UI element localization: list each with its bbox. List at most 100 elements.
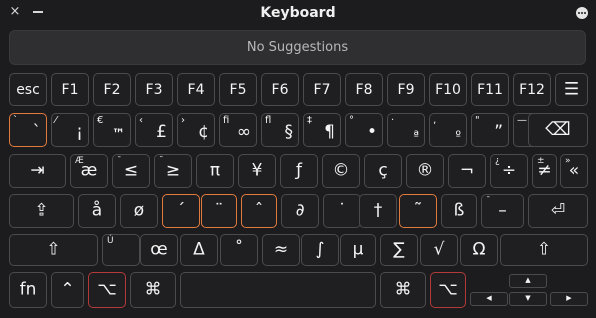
key-d[interactable]: ∂ <box>281 194 319 228</box>
key-label: ¡ <box>76 122 83 142</box>
key-4[interactable]: › ¢ <box>177 113 215 147</box>
key-v[interactable]: √ <box>420 234 458 266</box>
more-options-icon[interactable] <box>576 7 588 19</box>
key-esc[interactable]: esc <box>9 73 47 106</box>
key-w-alt[interactable]: ∑ <box>380 234 418 266</box>
key-label: π <box>209 160 221 181</box>
key-f9[interactable]: F9 <box>387 73 425 106</box>
option-right-key[interactable]: ⌥ <box>430 272 466 308</box>
key-z[interactable]: Ú <box>102 234 140 266</box>
key-f11[interactable]: F11 <box>471 73 509 106</box>
key-sup-label: ‡ <box>307 115 312 126</box>
key-label: F10 <box>435 81 461 98</box>
shift-right-key[interactable]: ⇧ <box>500 234 588 266</box>
key-f8[interactable]: F8 <box>345 73 383 106</box>
return-key[interactable]: ⏎ <box>528 194 588 228</box>
key-f1[interactable]: F1 <box>51 73 89 106</box>
key-e[interactable]: ˘ ≥ <box>154 154 192 188</box>
key-label: – <box>498 200 507 221</box>
key-3[interactable]: ‹ £ <box>135 113 173 147</box>
key-minus[interactable]: "” <box>471 113 509 147</box>
key-label: £ <box>156 122 167 142</box>
key-label: ø <box>133 200 145 221</box>
key-s[interactable]: ø <box>120 194 158 228</box>
key-k[interactable]: ˚ <box>220 234 258 266</box>
key-2[interactable]: € ™ <box>93 113 131 147</box>
arrow-up-key[interactable]: ▲ <box>509 274 547 288</box>
key-9[interactable]: · ª <box>387 113 425 147</box>
key-label: å <box>91 200 103 221</box>
key-label: ® <box>416 160 434 181</box>
key-label: F5 <box>229 81 247 98</box>
key-dash[interactable]: ¯ – <box>481 194 524 228</box>
arrow-left-key[interactable]: ◀ <box>470 292 508 306</box>
arrow-down-key[interactable]: ▼ <box>509 292 547 306</box>
key-7[interactable]: ‡ ¶ <box>303 113 341 147</box>
key-x[interactable]: ≈ <box>262 234 300 266</box>
key-umlaut-dead[interactable]: ¨ <box>201 194 237 228</box>
key-f5[interactable]: F5 <box>219 73 257 106</box>
key-label: F7 <box>313 81 331 98</box>
key-0[interactable]: ‚ º <box>429 113 467 147</box>
key-label: ª <box>413 128 419 142</box>
command-icon: ⌘ <box>144 279 162 300</box>
key-backslash[interactable]: » « <box>560 154 588 188</box>
key-label: F3 <box>145 81 163 98</box>
key-p[interactable]: ¬ <box>448 154 486 188</box>
delete-key[interactable]: ⌫ <box>528 113 588 147</box>
key-z-alt[interactable]: Ω <box>460 234 498 266</box>
keyboard-menu-key[interactable]: ☰ <box>555 73 588 106</box>
key-j[interactable]: Δ <box>180 234 218 266</box>
key-label: ˆ <box>254 200 264 221</box>
command-left-key[interactable]: ⌘ <box>130 272 176 308</box>
key-f3[interactable]: F3 <box>135 73 173 106</box>
key-5[interactable]: fi ∞ <box>219 113 257 147</box>
shift-left-key[interactable]: ⇧ <box>9 234 98 266</box>
key-backtick[interactable]: ` ` <box>9 113 47 147</box>
key-label: √ <box>433 239 445 260</box>
key-f12[interactable]: F12 <box>513 73 551 106</box>
fn-key[interactable]: fn <box>9 272 47 308</box>
key-1[interactable]: ⁄ ¡ <box>51 113 89 147</box>
key-w[interactable]: ¯ ≤ <box>112 154 150 188</box>
key-m[interactable]: µ <box>340 234 376 266</box>
key-label: ß <box>453 200 465 221</box>
key-u[interactable]: © <box>322 154 360 188</box>
key-sharp-s[interactable]: ß <box>441 194 477 228</box>
key-f4[interactable]: F4 <box>177 73 215 106</box>
tab-key[interactable]: ⇥ <box>9 154 66 188</box>
key-sup-label: ⁄ <box>55 115 57 126</box>
option-left-key[interactable]: ⌥ <box>88 272 126 308</box>
arrow-right-key[interactable]: ▶ <box>550 292 588 306</box>
caps-lock-key[interactable]: ⇪ <box>9 194 74 228</box>
key-tilde-dead[interactable]: ˜ <box>399 194 437 228</box>
key-label: • <box>366 122 377 142</box>
key-b[interactable]: ∫ <box>301 234 339 266</box>
key-8[interactable]: ° • <box>345 113 383 147</box>
suggestions-bar[interactable]: No Suggestions <box>9 30 586 65</box>
key-t[interactable]: ¥ <box>238 154 276 188</box>
key-i[interactable]: ç <box>364 154 402 188</box>
key-oe[interactable]: œ <box>140 234 178 266</box>
key-h[interactable]: ˙ <box>323 194 361 228</box>
control-key[interactable]: ⌃ <box>51 272 84 308</box>
space-bar[interactable] <box>180 272 376 308</box>
key-6[interactable]: fl § <box>261 113 299 147</box>
key-f10[interactable]: F10 <box>429 73 467 106</box>
key-f7[interactable]: F7 <box>303 73 341 106</box>
key-circumflex-dead[interactable]: ˆ <box>241 194 277 228</box>
key-t-alt[interactable]: † <box>359 194 397 228</box>
key-label: ∞ <box>236 122 251 142</box>
key-f2[interactable]: F2 <box>93 73 131 106</box>
key-acute-dead[interactable]: ´ <box>162 194 200 228</box>
key-q[interactable]: Ææ <box>70 154 108 188</box>
key-bracket-right[interactable]: ± ≠ <box>532 154 557 188</box>
key-f6[interactable]: F6 <box>261 73 299 106</box>
key-y[interactable]: ƒ <box>280 154 318 188</box>
command-right-key[interactable]: ⌘ <box>380 272 426 308</box>
key-bracket-left[interactable]: ¿ ÷ <box>490 154 528 188</box>
key-a[interactable]: å <box>78 194 116 228</box>
key-sup-label: — <box>517 115 527 126</box>
key-r[interactable]: π <box>196 154 234 188</box>
key-o[interactable]: ® <box>406 154 444 188</box>
